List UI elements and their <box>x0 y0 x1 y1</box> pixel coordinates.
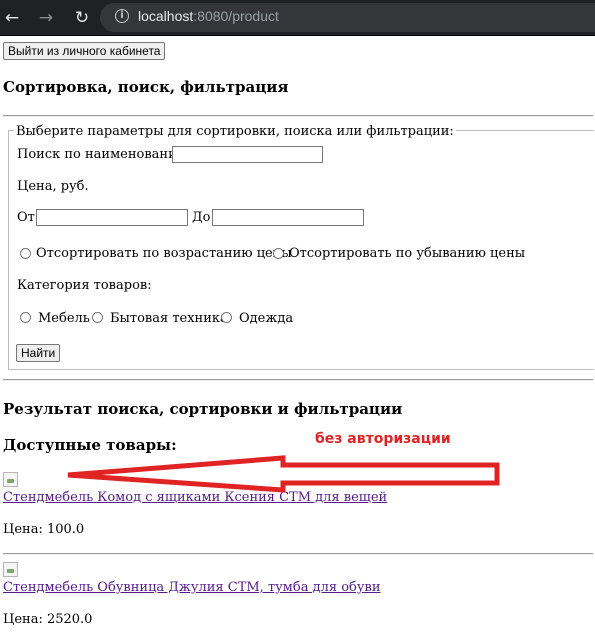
annotation-arrow <box>67 455 500 493</box>
